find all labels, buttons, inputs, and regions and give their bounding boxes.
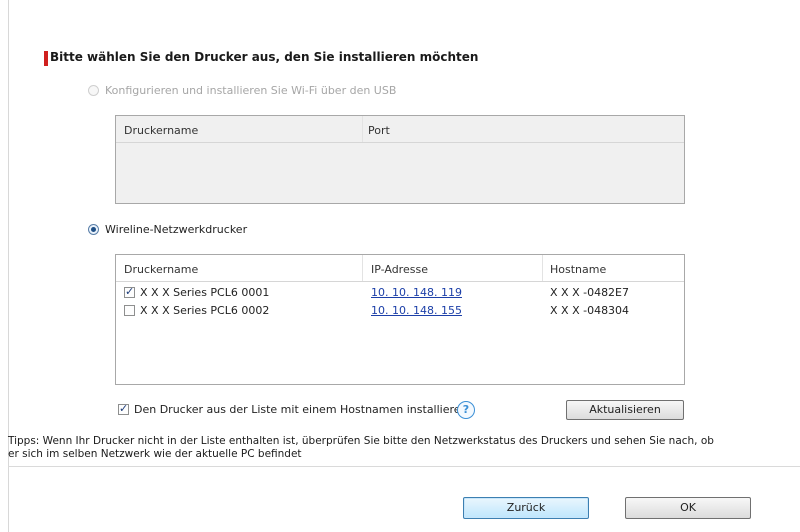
column-header-druckername[interactable]: Druckername <box>124 263 198 276</box>
column-separator <box>542 255 543 281</box>
title-accent-bar <box>44 51 48 66</box>
table-row[interactable]: X X X Series PCL6 0002 10. 10. 148. 155 … <box>116 302 684 320</box>
printer-checkbox[interactable] <box>124 305 135 316</box>
network-printer-list[interactable]: Druckername IP-Adresse Hostname X X X Se… <box>115 254 685 385</box>
column-header-port[interactable]: Port <box>368 124 390 137</box>
printer-checkbox[interactable] <box>124 285 135 298</box>
header-separator <box>116 142 684 143</box>
footer-divider <box>8 466 800 467</box>
table-row[interactable]: X X X Series PCL6 0001 10. 10. 148. 119 … <box>116 284 684 302</box>
column-header-hostname[interactable]: Hostname <box>550 263 606 276</box>
refresh-button[interactable]: Aktualisieren <box>566 400 684 420</box>
radio-usb-wifi-label: Konfigurieren und installieren Sie Wi-Fi… <box>105 84 397 97</box>
column-header-druckername[interactable]: Druckername <box>124 124 198 137</box>
header-separator <box>116 281 684 282</box>
ok-button[interactable]: OK <box>625 497 751 519</box>
column-header-ip-adresse[interactable]: IP-Adresse <box>371 263 428 276</box>
radio-usb-wifi-button[interactable] <box>88 85 99 96</box>
hostname-install-option[interactable]: Den Drucker aus der Liste mit einem Host… <box>118 402 468 416</box>
printer-hostname: X X X -0482E7 <box>550 286 630 299</box>
hostname-install-label: Den Drucker aus der Liste mit einem Host… <box>134 403 468 416</box>
column-separator <box>362 255 363 281</box>
printer-hostname: X X X -048304 <box>550 304 630 317</box>
printer-ip-link[interactable]: 10. 10. 148. 155 <box>371 304 462 317</box>
back-button[interactable]: Zurück <box>463 497 589 519</box>
usb-printer-list[interactable]: Druckername Port <box>115 115 685 204</box>
printer-name: X X X Series PCL6 0002 <box>140 304 270 317</box>
radio-wireline-network[interactable]: Wireline-Netzwerkdrucker <box>88 223 247 236</box>
help-icon[interactable]: ? <box>457 401 475 419</box>
printer-ip-link[interactable]: 10. 10. 148. 119 <box>371 286 462 299</box>
radio-usb-wifi[interactable]: Konfigurieren und installieren Sie Wi-Fi… <box>88 84 396 97</box>
radio-wireline-network-label: Wireline-Netzwerkdrucker <box>105 223 248 236</box>
tip-text: Tipps: Wenn Ihr Drucker nicht in der Lis… <box>8 435 714 460</box>
page-title: Bitte wählen Sie den Drucker aus, den Si… <box>50 50 479 64</box>
radio-wireline-network-button[interactable] <box>88 224 99 235</box>
column-separator <box>362 116 363 142</box>
printer-name: X X X Series PCL6 0001 <box>140 286 270 299</box>
hostname-install-checkbox[interactable] <box>118 402 129 415</box>
